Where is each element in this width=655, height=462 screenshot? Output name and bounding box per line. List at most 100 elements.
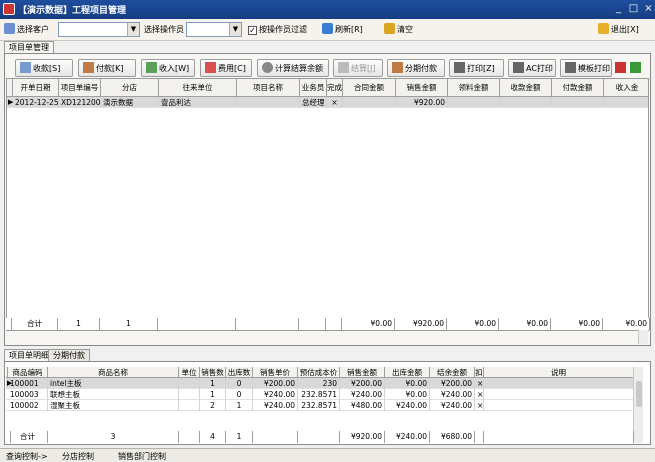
table-cell[interactable]: 232.8571 xyxy=(298,389,340,400)
column-header[interactable]: 说明 xyxy=(484,367,634,378)
column-header[interactable]: 付款金额 xyxy=(552,79,604,97)
chevron-down-icon[interactable]: ▼ xyxy=(127,23,139,36)
table-cell[interactable] xyxy=(484,378,634,389)
table-cell[interactable]: ¥240.00 xyxy=(253,400,298,411)
table-cell[interactable]: 2012-12-25 xyxy=(13,97,59,108)
refresh-button[interactable]: 刷新[R] xyxy=(322,23,363,37)
branch-control-link[interactable]: 分店控制 xyxy=(62,451,94,462)
query-control-link[interactable]: 查询控制-> xyxy=(6,451,48,462)
column-header[interactable]: 预估成本价 xyxy=(298,367,340,378)
income-button[interactable]: 收入[W] xyxy=(141,59,195,77)
table-cell[interactable]: 0 xyxy=(226,389,253,400)
table-cell[interactable]: ¥480.00 xyxy=(340,400,385,411)
table-cell[interactable] xyxy=(484,400,634,411)
table-cell[interactable] xyxy=(343,97,396,108)
table-cell[interactable]: 100001 xyxy=(8,378,48,389)
calc-balance-button[interactable]: 计算结算余额 xyxy=(257,59,329,77)
column-header[interactable]: 销售单价 xyxy=(253,367,298,378)
column-header[interactable]: 出库数 xyxy=(226,367,253,378)
table-cell[interactable] xyxy=(484,389,634,400)
table-cell[interactable]: 总经理 xyxy=(300,97,327,108)
column-header[interactable]: 结余金额 xyxy=(430,367,475,378)
table-cell[interactable]: × xyxy=(327,97,343,108)
table-cell[interactable]: 演示数据 xyxy=(101,97,159,108)
chevron-down-icon[interactable]: ▼ xyxy=(229,23,241,36)
table-cell[interactable]: ¥200.00 xyxy=(430,378,475,389)
table-cell[interactable]: × xyxy=(475,389,484,400)
settle-button[interactable]: 结算[J] xyxy=(333,59,383,77)
column-header[interactable]: 单位 xyxy=(179,367,200,378)
column-header[interactable]: 扣 xyxy=(475,367,484,378)
minimize-button[interactable]: _ xyxy=(612,3,625,15)
table-cell[interactable]: × xyxy=(475,378,484,389)
filter-by-operator-checkbox[interactable]: ✓ 按操作员过滤 xyxy=(248,23,307,37)
table-cell[interactable] xyxy=(604,97,648,108)
detail-scrollbar[interactable] xyxy=(633,367,643,443)
table-cell[interactable] xyxy=(552,97,604,108)
export-red-icon[interactable] xyxy=(615,62,626,73)
sales-dept-control-link[interactable]: 销售部门控制 xyxy=(118,451,166,462)
table-cell[interactable]: XD12120001 xyxy=(59,97,101,108)
tab-installment[interactable]: 分期付款 xyxy=(48,349,90,361)
table-cell[interactable]: intel主板 xyxy=(48,378,179,389)
table-cell[interactable]: 100003 xyxy=(8,389,48,400)
clear-button[interactable]: 清空 xyxy=(384,23,413,37)
table-cell[interactable]: ¥240.00 xyxy=(253,389,298,400)
table-cell[interactable] xyxy=(500,97,552,108)
column-header[interactable]: 销售金额 xyxy=(340,367,385,378)
maximize-button[interactable]: □ xyxy=(627,3,640,15)
table-cell[interactable]: 1 xyxy=(226,400,253,411)
table-cell[interactable]: ¥200.00 xyxy=(340,378,385,389)
table-cell[interactable]: 0 xyxy=(226,378,253,389)
select-customer-button[interactable]: 选择客户 xyxy=(4,23,49,37)
column-header[interactable]: 收入金 xyxy=(604,79,648,97)
column-header[interactable]: 商品名称 xyxy=(48,367,179,378)
table-cell[interactable]: 230 xyxy=(298,378,340,389)
column-header[interactable]: 销售金额 xyxy=(396,79,448,97)
tab-order-detail[interactable]: 项目单明细 xyxy=(4,349,54,361)
column-header[interactable]: 业务员 xyxy=(300,79,327,97)
table-cell[interactable]: ¥240.00 xyxy=(340,389,385,400)
column-header[interactable]: 销售数 xyxy=(200,367,226,378)
column-header[interactable]: 领料金额 xyxy=(448,79,500,97)
template-print-button[interactable]: 模板打印 xyxy=(560,59,612,77)
installment-pay-button[interactable]: 分期付款 xyxy=(387,59,445,77)
table-cell[interactable] xyxy=(448,97,500,108)
table-cell[interactable]: 1 xyxy=(200,378,226,389)
column-header[interactable]: 往来单位 xyxy=(159,79,237,97)
expense-button[interactable]: 费用[C] xyxy=(200,59,252,77)
table-cell[interactable]: 100002 xyxy=(8,400,48,411)
table-cell[interactable]: ¥240.00 xyxy=(430,389,475,400)
print-button[interactable]: 打印[Z] xyxy=(449,59,504,77)
table-cell[interactable]: 壹品利达 xyxy=(159,97,237,108)
column-header[interactable]: 商品编码 xyxy=(8,367,48,378)
customer-combo[interactable]: ▼ xyxy=(58,22,140,37)
table-cell[interactable]: ¥920.00 xyxy=(396,97,448,108)
exit-button[interactable]: 退出[X] xyxy=(598,23,639,37)
pay-button[interactable]: 付款[K] xyxy=(78,59,136,77)
column-header[interactable]: 出库金额 xyxy=(385,367,430,378)
column-header[interactable]: 开单日期 xyxy=(13,79,59,97)
table-cell[interactable]: ¥240.00 xyxy=(385,400,430,411)
ac-print-button[interactable]: AC打印 xyxy=(508,59,556,77)
column-header[interactable]: 分店 xyxy=(101,79,159,97)
operator-combo[interactable]: ▼ xyxy=(186,22,242,37)
table-cell[interactable]: ¥240.00 xyxy=(430,400,475,411)
receive-button[interactable]: 收款[S] xyxy=(15,59,73,77)
column-header[interactable]: 合同金额 xyxy=(343,79,396,97)
table-cell[interactable] xyxy=(179,389,200,400)
column-header[interactable]: 项目单编号 xyxy=(59,79,101,97)
table-cell[interactable]: 232.8571 xyxy=(298,400,340,411)
column-header[interactable]: 完成 xyxy=(327,79,343,97)
table-cell[interactable]: 湿聚主板 xyxy=(48,400,179,411)
table-cell[interactable] xyxy=(179,400,200,411)
main-scroll-arrow[interactable] xyxy=(638,330,648,344)
table-cell[interactable]: 2 xyxy=(200,400,226,411)
export-green-icon[interactable] xyxy=(630,62,641,73)
table-cell[interactable] xyxy=(179,378,200,389)
table-cell[interactable]: × xyxy=(475,400,484,411)
checkbox-icon[interactable]: ✓ xyxy=(248,26,257,35)
table-cell[interactable] xyxy=(237,97,300,108)
column-header[interactable]: 项目名称 xyxy=(237,79,300,97)
table-cell[interactable]: ¥0.00 xyxy=(385,389,430,400)
